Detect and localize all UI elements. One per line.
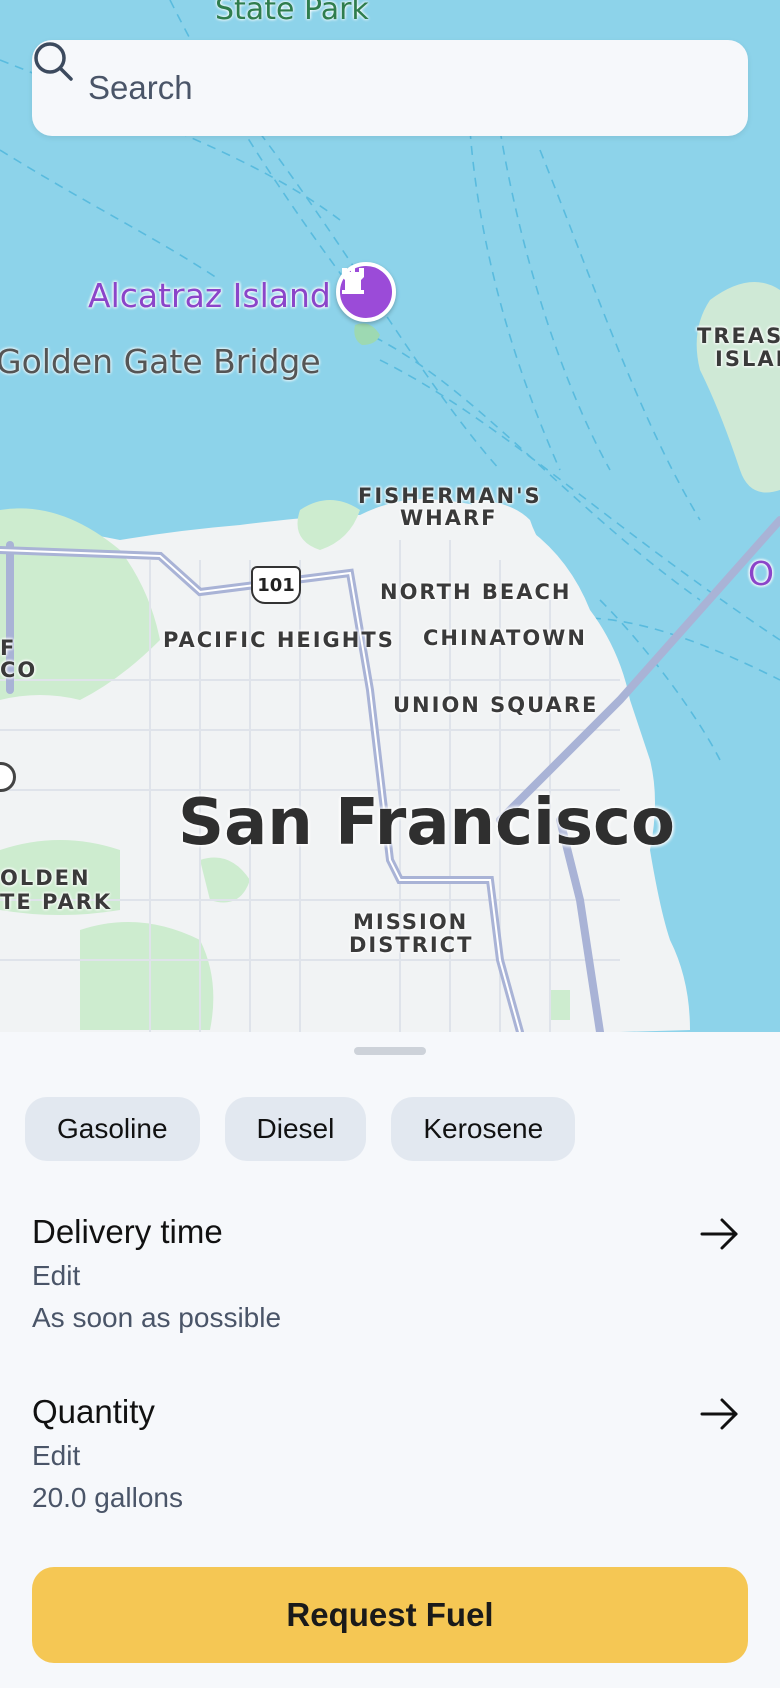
map-label-mission-district: MISSION xyxy=(353,910,469,934)
map-label-golden-gate-park: OLDEN xyxy=(0,866,91,890)
delivery-time-row[interactable]: Delivery time Edit As soon as possible xyxy=(32,1212,748,1336)
chip-gasoline[interactable]: Gasoline xyxy=(25,1097,200,1161)
delivery-time-edit[interactable]: Edit xyxy=(32,1258,748,1294)
map-label-left-edge-2: CO xyxy=(0,658,38,682)
map-label-union-square: UNION SQUARE xyxy=(393,693,599,717)
quantity-row[interactable]: Quantity Edit 20.0 gallons xyxy=(32,1392,748,1516)
map-label-golden-gate-park-2: TE PARK xyxy=(0,890,113,914)
search-input[interactable] xyxy=(88,69,648,107)
bottom-sheet: Gasoline Diesel Kerosene Delivery time E… xyxy=(0,1032,780,1688)
map-label-state-park: State Park xyxy=(215,0,369,27)
map-label-fishermans-wharf: FISHERMAN'S xyxy=(358,484,542,508)
map-label-treasure-island-2: ISLAN xyxy=(715,347,780,371)
sheet-drag-handle[interactable] xyxy=(354,1047,426,1055)
map-label-city: San Francisco xyxy=(178,786,675,860)
quantity-edit[interactable]: Edit xyxy=(32,1438,748,1474)
fuel-type-chips: Gasoline Diesel Kerosene xyxy=(25,1097,576,1161)
chip-kerosene[interactable]: Kerosene xyxy=(391,1097,576,1161)
quantity-value: 20.0 gallons xyxy=(32,1482,184,1513)
arrow-right-icon[interactable] xyxy=(700,1396,740,1437)
arrow-right-icon[interactable] xyxy=(700,1216,740,1257)
map-label-alcatraz[interactable]: Alcatraz Island xyxy=(88,276,331,315)
map-label-treasure-island: TREAS xyxy=(697,324,780,348)
highway-101-shield: 101 xyxy=(251,566,301,604)
map-label-chinatown: CHINATOWN xyxy=(423,626,587,650)
search-bar[interactable] xyxy=(32,40,748,136)
map-label-golden-gate-bridge[interactable]: Golden Gate Bridge xyxy=(0,342,321,381)
map-label-pacific-heights: PACIFIC HEIGHTS xyxy=(163,628,395,652)
castle-icon[interactable] xyxy=(336,262,396,322)
delivery-time-title: Delivery time xyxy=(32,1213,223,1250)
delivery-time-value: As soon as possible xyxy=(32,1302,282,1333)
map-view[interactable]: State Park Alcatraz Island Golden Gate B… xyxy=(0,0,780,1032)
map-canvas xyxy=(0,0,780,1032)
chip-diesel[interactable]: Diesel xyxy=(224,1097,367,1161)
map-label-left-edge: F xyxy=(0,636,17,660)
request-fuel-button[interactable]: Request Fuel xyxy=(32,1567,748,1663)
quantity-title: Quantity xyxy=(32,1393,155,1430)
map-label-fishermans-wharf-2: WHARF xyxy=(400,506,498,530)
map-label-north-beach: NORTH BEACH xyxy=(380,580,572,604)
map-label-mission-district-2: DISTRICT xyxy=(349,933,474,957)
map-label-right-edge: O xyxy=(748,554,774,593)
